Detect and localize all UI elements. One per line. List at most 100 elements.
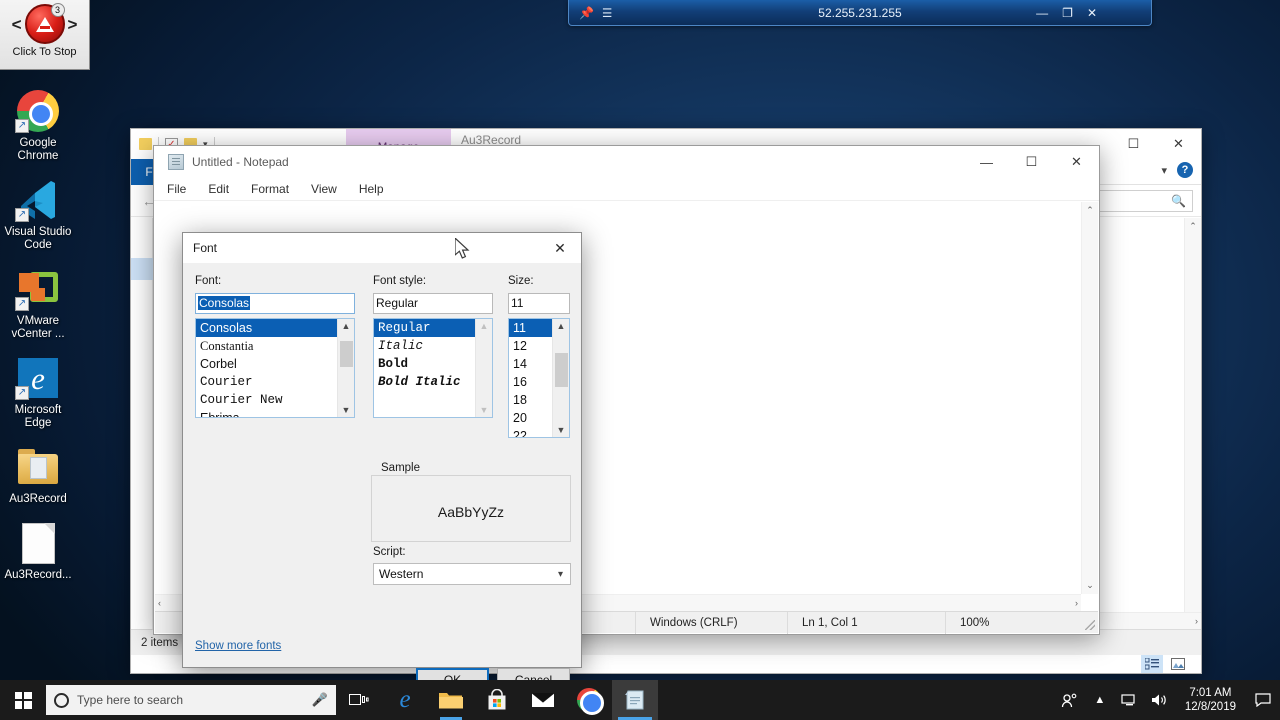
list-item[interactable]: Constantia: [196, 337, 337, 355]
volume-icon[interactable]: [1145, 680, 1175, 720]
recorder-stop-icon[interactable]: 3: [24, 3, 65, 44]
scroll-up-icon[interactable]: ▲: [342, 321, 351, 331]
list-item[interactable]: 16: [509, 373, 552, 391]
menu-help[interactable]: Help: [356, 182, 387, 196]
list-item[interactable]: Bold Italic: [374, 373, 475, 391]
rdp-restore-button[interactable]: ❐: [1062, 6, 1073, 20]
details-view-icon[interactable]: [1141, 655, 1163, 673]
desktop-icon-microsoft-edge[interactable]: e ↗ Microsoft Edge: [0, 355, 76, 430]
menu-file[interactable]: File: [164, 182, 189, 196]
list-item[interactable]: 18: [509, 391, 552, 409]
help-icon[interactable]: ?: [1177, 162, 1193, 178]
taskbar-chrome-button[interactable]: [566, 680, 612, 720]
remote-desktop-connection-bar[interactable]: 📌 ☰ 52.255.231.255 — ❐ ✕: [568, 0, 1152, 26]
au3record-control-widget[interactable]: < 3 > Click To Stop: [0, 0, 90, 70]
taskbar-file-explorer-button[interactable]: [428, 680, 474, 720]
font-style-listbox[interactable]: Regular Italic Bold Bold Italic ▲ ▼: [373, 318, 493, 418]
taskbar-edge-button[interactable]: e: [382, 680, 428, 720]
show-more-fonts-link[interactable]: Show more fonts: [195, 640, 281, 652]
scroll-down-icon[interactable]: ⌄: [1086, 580, 1094, 591]
chevron-down-icon[interactable]: ▾: [1161, 164, 1167, 177]
start-button[interactable]: [0, 680, 46, 720]
recorder-prev-button[interactable]: <: [12, 16, 22, 33]
large-icons-view-icon[interactable]: [1167, 655, 1189, 673]
font-dialog-title-bar[interactable]: Font ✕: [183, 233, 581, 263]
resize-grip[interactable]: [1085, 620, 1095, 630]
taskbar-notepad-button[interactable]: [612, 680, 658, 720]
font-name-input[interactable]: Consolas: [195, 293, 355, 314]
notepad-minimize-button[interactable]: —: [964, 146, 1009, 178]
task-view-button[interactable]: [336, 680, 382, 720]
list-item[interactable]: 12: [509, 337, 552, 355]
show-hidden-icons-button[interactable]: ▲: [1085, 680, 1115, 720]
script-select[interactable]: Western ▾: [373, 563, 571, 585]
scroll-up-icon[interactable]: ▲: [557, 321, 566, 331]
scrollbar-thumb[interactable]: [555, 353, 568, 387]
desktop-icon-au3record-folder[interactable]: Au3Record: [0, 444, 76, 506]
desktop-icon-visual-studio-code[interactable]: ↗ Visual Studio Code: [0, 177, 76, 252]
taskbar-search-box[interactable]: Type here to search 🎤: [46, 685, 336, 715]
taskbar-mail-button[interactable]: [520, 680, 566, 720]
scroll-up-icon[interactable]: ⌃: [1086, 205, 1094, 216]
font-style-scrollbar[interactable]: ▲ ▼: [475, 319, 492, 417]
taskbar-clock[interactable]: 7:01 AM 12/8/2019: [1175, 680, 1246, 720]
scrollbar-thumb[interactable]: [340, 341, 353, 367]
action-center-button[interactable]: [1246, 680, 1280, 720]
recorder-next-button[interactable]: >: [68, 16, 78, 33]
list-item[interactable]: Italic: [374, 337, 475, 355]
list-item[interactable]: 14: [509, 355, 552, 373]
taskbar-microsoft-store-button[interactable]: [474, 680, 520, 720]
font-family-scrollbar[interactable]: ▲ ▼: [337, 319, 354, 417]
list-item[interactable]: Courier New: [196, 391, 337, 409]
notepad-maximize-button[interactable]: ☐: [1009, 146, 1054, 178]
font-dialog[interactable]: Font ✕ Font: Consolas Consolas Constanti…: [182, 232, 582, 692]
rdp-minimize-button[interactable]: —: [1036, 6, 1048, 20]
list-item[interactable]: Consolas: [196, 319, 337, 337]
list-item[interactable]: Bold: [374, 355, 475, 373]
nav-selected-item[interactable]: [131, 258, 153, 280]
font-style-input[interactable]: Regular: [373, 293, 493, 314]
scroll-down-icon[interactable]: ▼: [480, 405, 489, 415]
notepad-menu-bar[interactable]: File Edit Format View Help: [154, 178, 1099, 201]
explorer-vertical-scrollbar[interactable]: ⌃ ⌄: [1184, 218, 1201, 629]
explorer-navigation-pane[interactable]: [131, 218, 153, 629]
people-icon[interactable]: [1055, 680, 1085, 720]
menu-view[interactable]: View: [308, 182, 340, 196]
chevron-down-icon[interactable]: ▾: [558, 569, 563, 580]
desktop-icon-google-chrome[interactable]: ↗ Google Chrome: [0, 88, 76, 163]
scroll-right-icon[interactable]: ›: [1075, 598, 1078, 608]
scroll-left-icon[interactable]: ‹: [158, 598, 161, 608]
font-size-scrollbar[interactable]: ▲ ▼: [552, 319, 569, 437]
pushpin-icon[interactable]: 📌: [579, 6, 594, 20]
scroll-up-icon[interactable]: ⌃: [1189, 221, 1197, 232]
scroll-up-icon[interactable]: ▲: [480, 321, 489, 331]
network-icon[interactable]: [1115, 680, 1145, 720]
scroll-down-icon[interactable]: ▼: [557, 425, 566, 435]
font-size-input[interactable]: 11: [508, 293, 570, 314]
explorer-close-button[interactable]: ✕: [1156, 129, 1201, 159]
system-tray[interactable]: ▲ 7:01 AM 12/8/2019: [1055, 680, 1280, 720]
list-item[interactable]: Regular: [374, 319, 475, 337]
list-item[interactable]: Corbel: [196, 355, 337, 373]
taskbar[interactable]: Type here to search 🎤 e ▲ 7:01 AM 12/8/2…: [0, 680, 1280, 720]
notepad-close-button[interactable]: ✕: [1054, 146, 1099, 178]
notepad-title-bar[interactable]: Untitled - Notepad — ☐ ✕: [154, 146, 1099, 178]
list-item[interactable]: 22: [509, 427, 552, 437]
font-family-listbox[interactable]: Consolas Constantia Corbel Courier Couri…: [195, 318, 355, 418]
notepad-window-buttons[interactable]: — ☐ ✕: [964, 146, 1099, 178]
menu-format[interactable]: Format: [248, 182, 292, 196]
folder-icon[interactable]: [139, 138, 152, 150]
microphone-icon[interactable]: 🎤: [312, 692, 328, 708]
menu-edit[interactable]: Edit: [205, 182, 232, 196]
desktop-icon-au3record-file[interactable]: Au3Record...: [0, 520, 76, 582]
list-item[interactable]: Courier: [196, 373, 337, 391]
explorer-maximize-button[interactable]: ☐: [1111, 129, 1156, 159]
scroll-down-icon[interactable]: ▼: [342, 405, 351, 415]
rdp-close-button[interactable]: ✕: [1087, 6, 1097, 20]
list-item[interactable]: 11: [509, 319, 552, 337]
scroll-right-icon[interactable]: ›: [1195, 616, 1198, 626]
list-item[interactable]: Ebrima: [196, 409, 337, 417]
desktop-icon-vmware-vcenter[interactable]: ↗ VMware vCenter ...: [0, 266, 76, 341]
font-size-listbox[interactable]: 11 12 14 16 18 20 22 ▲ ▼: [508, 318, 570, 438]
list-item[interactable]: 20: [509, 409, 552, 427]
